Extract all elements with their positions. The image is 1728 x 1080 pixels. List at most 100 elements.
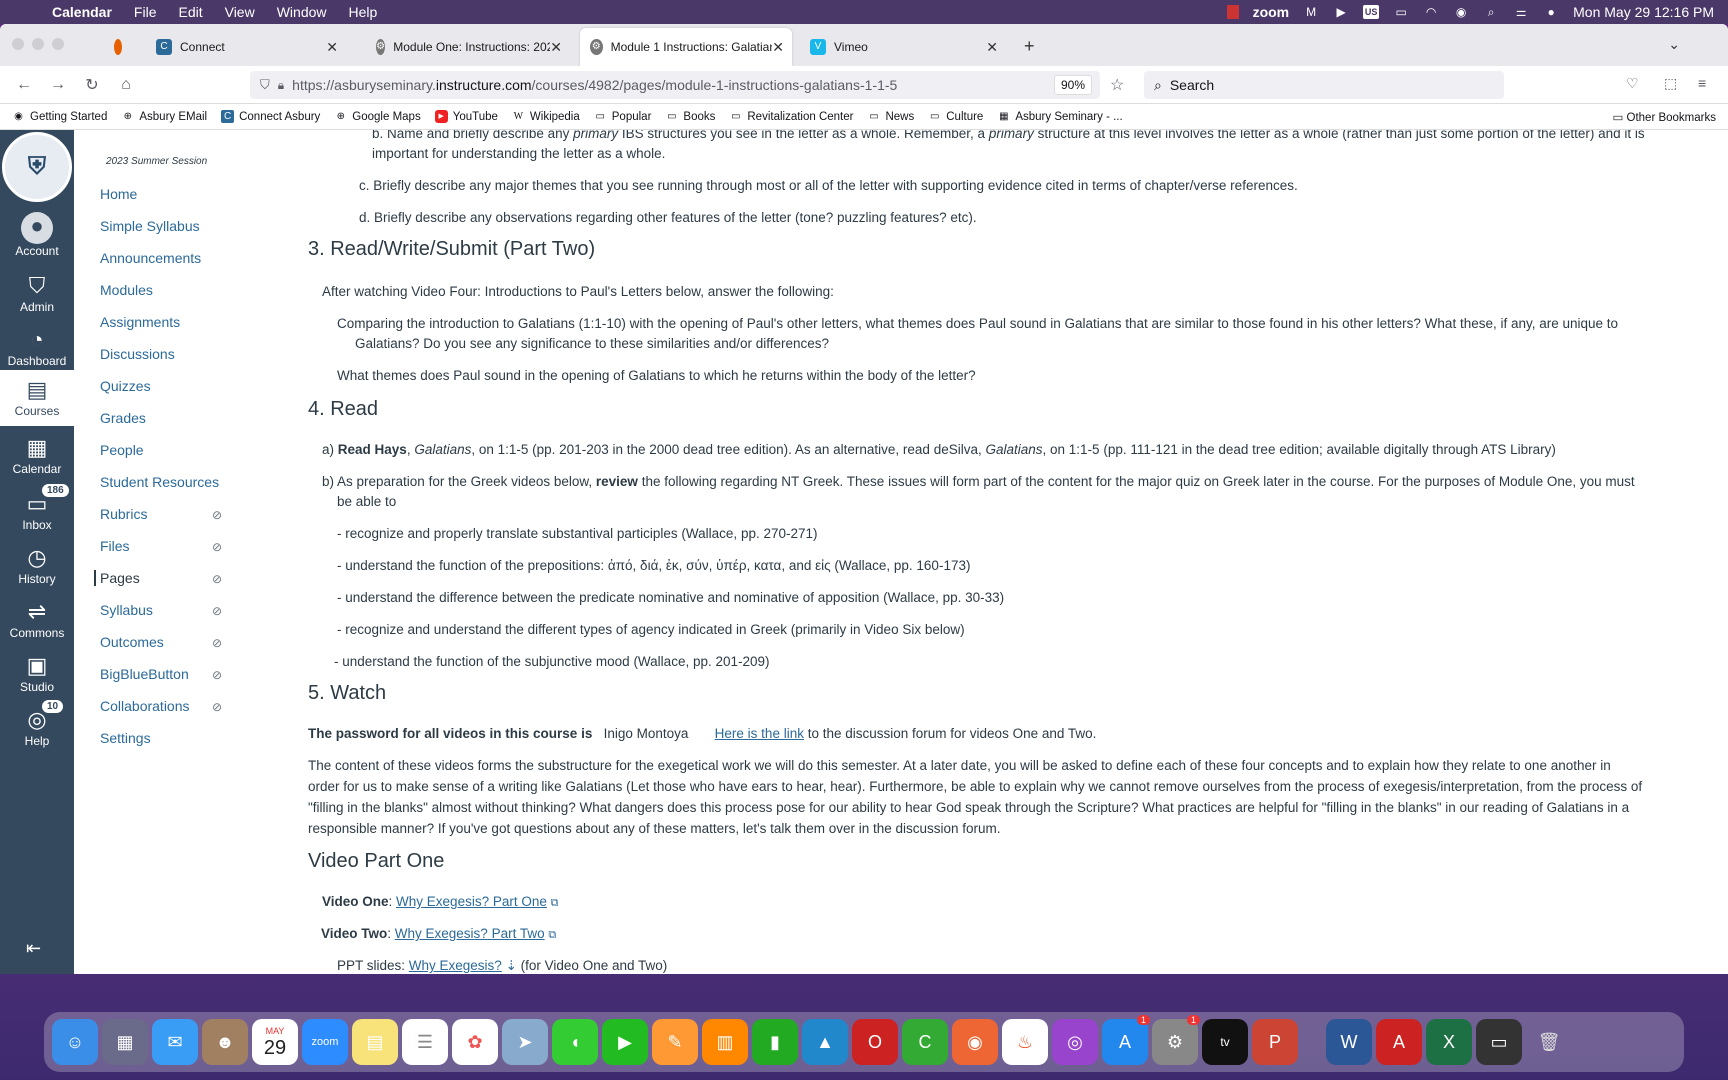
bookmark-asbury-seminary[interactable]: ▦ Asbury Seminary - ...	[997, 110, 1123, 123]
tab-connect[interactable]: C Connect ✕	[146, 28, 346, 66]
download-icon[interactable]: ⇣	[506, 958, 517, 973]
apple-tv-icon[interactable]: tv	[1202, 1019, 1248, 1065]
course-nav-people[interactable]: People	[100, 442, 144, 458]
reminders-icon[interactable]: ☰	[402, 1019, 448, 1065]
close-tab-icon[interactable]: ✕	[550, 38, 562, 56]
pocket-icon[interactable]: ♡	[1626, 75, 1639, 92]
bookmark-wikipedia[interactable]: W Wikipedia	[512, 110, 580, 123]
menu-edit[interactable]: Edit	[178, 4, 202, 20]
battery-icon[interactable]: ▭	[1393, 5, 1409, 19]
play-icon[interactable]: ▶	[1333, 5, 1349, 19]
close-window-button[interactable]	[12, 38, 24, 50]
course-nav-files[interactable]: Files	[100, 538, 130, 554]
firefox-dock-icon[interactable]: ◉	[952, 1019, 998, 1065]
launchpad-icon[interactable]: ▦	[102, 1019, 148, 1065]
course-nav-settings[interactable]: Settings	[100, 730, 151, 746]
zoom-status[interactable]: zoom	[1253, 4, 1290, 20]
podcasts-icon[interactable]: ◎	[1052, 1019, 1098, 1065]
menu-window[interactable]: Window	[277, 4, 327, 20]
bookmark-youtube[interactable]: ▶ YouTube	[434, 110, 498, 123]
camtasia-icon[interactable]: C	[902, 1019, 948, 1065]
collapse-nav-icon[interactable]: ⇤	[26, 938, 41, 959]
app-store-icon[interactable]: A1	[1102, 1015, 1150, 1065]
user-icon[interactable]: ◉	[1453, 5, 1469, 19]
other-bookmarks[interactable]: ▭ Other Bookmarks	[1612, 110, 1716, 124]
course-nav-outcomes[interactable]: Outcomes	[100, 634, 164, 650]
tab-module-1-active[interactable]: ⚙ Module 1 Instructions: Galatians ✕	[580, 28, 792, 66]
global-nav-history[interactable]: ◷ History	[0, 544, 74, 586]
bookmark-asbury-email[interactable]: ⊕ Asbury EMail	[121, 110, 207, 123]
course-nav-student-resources[interactable]: Student Resources	[100, 474, 219, 490]
maps-icon[interactable]: ➤	[502, 1019, 548, 1065]
tab-vimeo[interactable]: V Vimeo ✕	[800, 28, 1006, 66]
course-nav-modules[interactable]: Modules	[100, 282, 153, 298]
tab-module-one[interactable]: ⚙ Module One: Instructions: 2022 ✕	[366, 28, 570, 66]
global-nav-account[interactable]: ● Account	[0, 212, 74, 258]
course-nav-pages[interactable]: Pages	[94, 570, 140, 586]
global-nav-commons[interactable]: ⇌ Commons	[0, 598, 74, 640]
acrobat-icon[interactable]: A	[1376, 1019, 1422, 1065]
system-settings-icon[interactable]: ⚙ 1	[1152, 1015, 1200, 1065]
back-icon[interactable]: ←	[14, 76, 34, 94]
screen-recording-icon[interactable]: ▭	[1476, 1019, 1522, 1065]
shield-icon[interactable]: ⛉	[260, 77, 270, 93]
course-nav-collaborations[interactable]: Collaborations	[100, 698, 190, 714]
global-nav-help[interactable]: ◎ 10 Help	[0, 700, 74, 748]
course-nav-quizzes[interactable]: Quizzes	[100, 378, 151, 394]
bookmark-books[interactable]: ▭ Books	[665, 110, 715, 123]
bookmark-news[interactable]: ▭ News	[867, 110, 914, 123]
maximize-window-button[interactable]	[52, 38, 64, 50]
hamburger-menu-icon[interactable]: ≡	[1698, 75, 1706, 91]
m-app-icon[interactable]: M	[1303, 5, 1319, 19]
close-tab-icon[interactable]: ✕	[326, 39, 338, 56]
trash-icon[interactable]: 🗑︎	[1526, 1019, 1572, 1065]
tab-firefox-view[interactable]	[104, 28, 140, 66]
close-tab-icon[interactable]: ✕	[986, 39, 998, 56]
control-center-icon[interactable]: ⚌	[1513, 5, 1529, 19]
course-nav-grades[interactable]: Grades	[100, 410, 146, 426]
course-nav-assignments[interactable]: Assignments	[100, 314, 180, 330]
pages-icon[interactable]: ✎	[652, 1019, 698, 1065]
clock[interactable]: Mon May 29 12:16 PM	[1573, 4, 1714, 20]
lock-icon[interactable]: 🔒︎	[278, 78, 284, 93]
course-nav-announcements[interactable]: Announcements	[100, 250, 201, 266]
bookmark-connect-asbury[interactable]: C Connect Asbury	[221, 110, 320, 123]
calendar-app-icon[interactable]: MAY 29	[252, 1019, 298, 1065]
search-input[interactable]: ⌕ Search	[1144, 71, 1504, 99]
seminary-logo[interactable]: ⛨	[2, 132, 72, 202]
minimize-window-button[interactable]	[32, 38, 44, 50]
course-nav-simple-syllabus[interactable]: Simple Syllabus	[100, 218, 200, 234]
menu-app-name[interactable]: Calendar	[52, 4, 112, 20]
course-nav-bigbluebutton[interactable]: BigBlueButton	[100, 666, 189, 682]
bookmark-culture[interactable]: ▭ Culture	[928, 110, 983, 123]
url-bar[interactable]: ⛉ 🔒︎ https://asburyseminary. instructure.…	[250, 71, 1100, 99]
forward-icon[interactable]: →	[48, 76, 68, 94]
new-tab-icon[interactable]: +	[1024, 36, 1035, 57]
siri-icon[interactable]: ●	[1543, 5, 1559, 19]
global-nav-dashboard[interactable]: ◔ Dashboard	[0, 326, 74, 368]
messages-icon[interactable]: ◖	[552, 1019, 598, 1065]
powerpoint-icon[interactable]: P	[1252, 1019, 1298, 1065]
bookmark-star-icon[interactable]: ☆	[1110, 75, 1124, 95]
global-nav-studio[interactable]: ▣ Studio	[0, 652, 74, 694]
wifi-icon[interactable]: ◠	[1423, 5, 1439, 19]
notes-icon[interactable]: ▤	[352, 1019, 398, 1065]
home-icon[interactable]: ⌂	[116, 76, 136, 94]
contacts-icon[interactable]: ☻	[202, 1019, 248, 1065]
menu-help[interactable]: Help	[349, 4, 378, 20]
spotlight-search-icon[interactable]: ⌕	[1483, 5, 1499, 19]
recording-icon[interactable]	[1226, 5, 1239, 19]
extensions-icon[interactable]: ⬚	[1664, 75, 1677, 92]
word-icon[interactable]: W	[1326, 1019, 1372, 1065]
bookmark-getting-started[interactable]: ◉ Getting Started	[12, 110, 107, 123]
global-nav-admin[interactable]: ⛉ Admin	[0, 272, 74, 314]
input-source-icon[interactable]: US	[1363, 5, 1380, 19]
course-nav-rubrics[interactable]: Rubrics	[100, 506, 147, 522]
course-nav-home[interactable]: Home	[100, 186, 137, 202]
tab-list-chevron-icon[interactable]: ⌄	[1668, 36, 1680, 53]
video-one-link[interactable]: Why Exegesis? Part One	[396, 894, 547, 909]
bookmark-popular[interactable]: ▭ Popular	[594, 110, 652, 123]
video-two-link[interactable]: Why Exegesis? Part Two	[395, 926, 545, 941]
bookmark-revitalization-center[interactable]: ▭ Revitalization Center	[729, 110, 853, 123]
opera-icon[interactable]: O	[852, 1019, 898, 1065]
